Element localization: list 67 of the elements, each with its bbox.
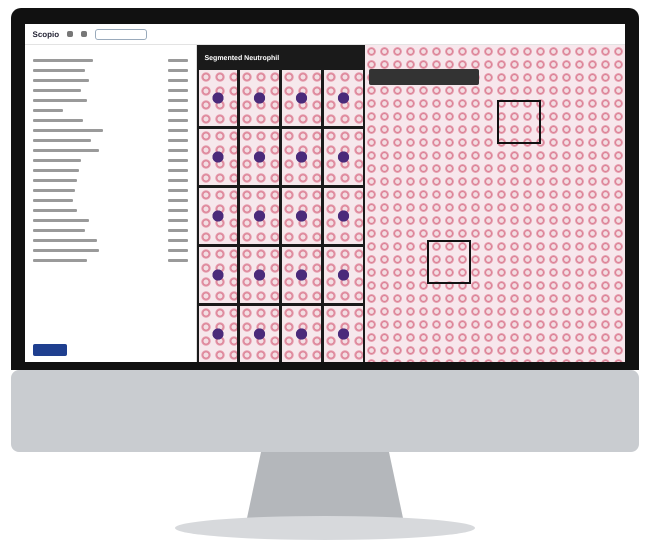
- cell-photo-placeholder[interactable]: [282, 70, 321, 126]
- illegible-text-line: [168, 189, 188, 192]
- selection-frame[interactable]: [426, 240, 470, 284]
- cell-photo-placeholder[interactable]: [282, 129, 321, 185]
- illegible-text-line: [32, 89, 80, 92]
- cell-photo-placeholder[interactable]: [282, 247, 321, 303]
- illegible-text-line: [32, 199, 72, 202]
- illegible-text-line: [32, 169, 78, 172]
- cell-photo-placeholder[interactable]: [240, 306, 279, 362]
- selection-frame[interactable]: [496, 100, 540, 144]
- illegible-text-line: [32, 249, 98, 252]
- illegible-text-line: [32, 229, 84, 232]
- illegible-text-line: [168, 179, 188, 182]
- illegible-text-line: [32, 179, 76, 182]
- illegible-text-line: [168, 239, 188, 242]
- illegible-text-line: [168, 229, 188, 232]
- illegible-text-line: [32, 149, 98, 152]
- illegible-text-line: [168, 209, 188, 212]
- illegible-text-line: [32, 99, 86, 102]
- illegible-text-line: [168, 159, 188, 162]
- cell-photo-placeholder[interactable]: [282, 306, 321, 362]
- illegible-text-line: [32, 129, 102, 132]
- illegible-text-line: [168, 109, 188, 112]
- toolbar-icon[interactable]: [67, 31, 74, 37]
- illegible-text-line: [168, 59, 188, 62]
- illegible-text-line: [168, 259, 188, 262]
- illegible-text-line: [168, 219, 188, 222]
- illegible-text-line: [168, 119, 188, 122]
- illegible-text-line: [168, 129, 188, 132]
- illegible-text-line: [168, 99, 188, 102]
- cell-photo-placeholder[interactable]: [282, 188, 321, 244]
- cell-photo-placeholder[interactable]: [198, 306, 238, 362]
- app-logo: Scopio: [32, 30, 60, 38]
- cell-photo-placeholder[interactable]: [198, 188, 238, 244]
- illegible-text-line: [32, 239, 96, 242]
- cell-photo-placeholder[interactable]: [240, 247, 279, 303]
- illegible-text-line: [32, 139, 90, 142]
- cell-photo-placeholder[interactable]: [324, 70, 362, 126]
- illegible-text-line: [32, 209, 76, 212]
- cell-photo-placeholder[interactable]: [324, 306, 362, 362]
- cell-photo-placeholder[interactable]: [324, 188, 362, 244]
- illegible-text-line: [32, 219, 88, 222]
- cell-photo-placeholder[interactable]: [198, 247, 238, 303]
- illegible-text-line: [168, 79, 188, 82]
- illegible-text-line: [168, 249, 188, 252]
- illegible-text-line: [168, 199, 188, 202]
- illegible-text-line: [32, 59, 92, 62]
- illegible-text-line: [168, 139, 188, 142]
- illegible-text-line: [32, 119, 82, 122]
- cell-photo-placeholder[interactable]: [240, 188, 279, 244]
- cell-photo-placeholder[interactable]: [324, 129, 362, 185]
- illegible-text-line: [32, 109, 62, 112]
- cell-photo-placeholder[interactable]: [240, 70, 279, 126]
- illegible-text-line: [32, 79, 88, 82]
- illegible-text-line: [168, 69, 188, 72]
- cell-photo-placeholder[interactable]: [324, 247, 362, 303]
- toolbar-icon[interactable]: [81, 31, 88, 37]
- illegible-text-line: [32, 189, 74, 192]
- cell-photo-placeholder[interactable]: [240, 129, 279, 185]
- illegible-text-line: [168, 89, 188, 92]
- illegible-text-line: [32, 69, 84, 72]
- illegible-text-line: [168, 149, 188, 152]
- illegible-text-line: [32, 159, 80, 162]
- illegible-text-line: [168, 169, 188, 172]
- illegible-text-line: [32, 259, 86, 262]
- cell-photo-placeholder[interactable]: [198, 70, 238, 126]
- cell-photo-placeholder[interactable]: [198, 129, 238, 185]
